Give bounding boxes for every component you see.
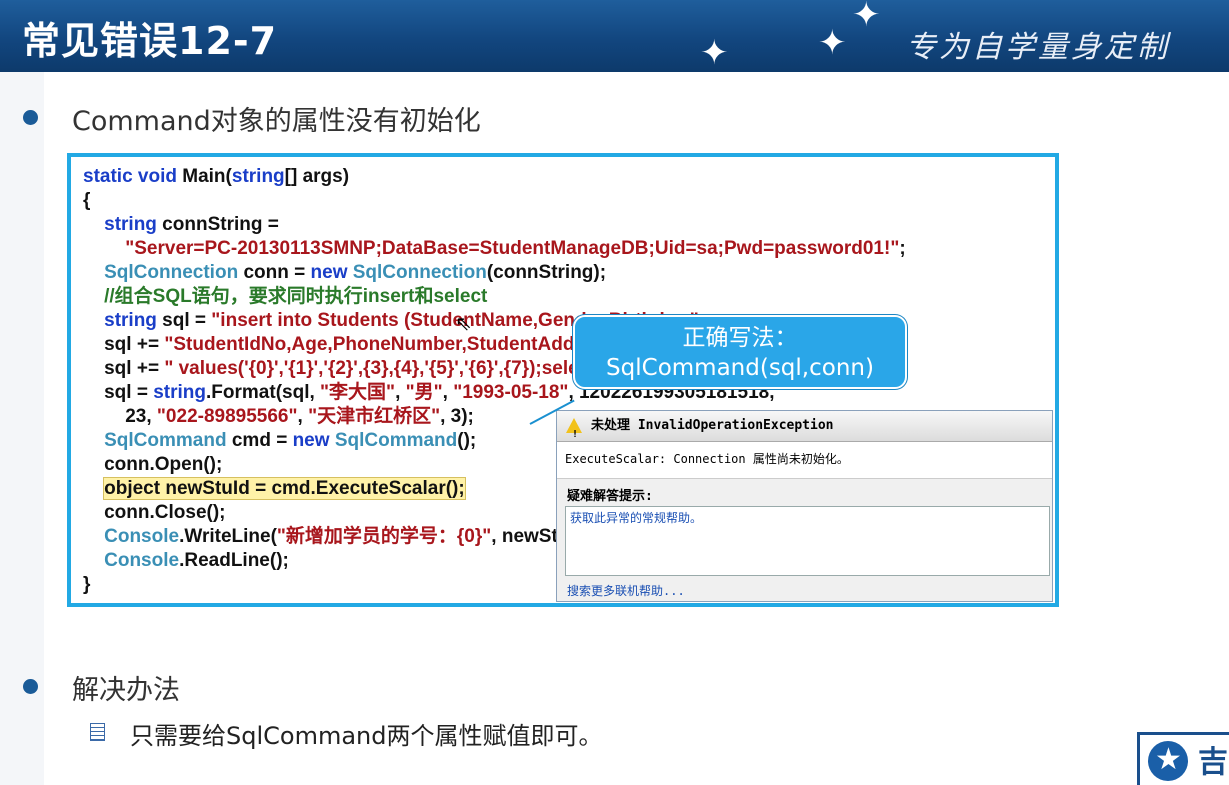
document-icon (90, 723, 105, 741)
warning-icon (566, 418, 582, 450)
sub-bullet-text: 只需要给SqlCommand两个属性赋值即可。 (130, 722, 603, 750)
dialog-message: ExecuteScalar: Connection 属性尚未初始化。 (557, 442, 1052, 479)
star-icon: ✦ (700, 33, 729, 73)
bullet-solution: 解决办法 (72, 675, 180, 706)
dialog-title: 未处理 InvalidOperationException (591, 418, 834, 433)
star-icon: ✦ (818, 23, 847, 63)
left-margin-bar (0, 72, 44, 785)
dialog-title-bar: 未处理 InvalidOperationException (557, 411, 1052, 450)
bullet-icon (23, 679, 38, 694)
slide-header: 常见错误12-7 ✦ ✦ ✦ 专为自学量身定制 (0, 0, 1229, 72)
logo-emblem-icon (1148, 741, 1188, 781)
slogan-text: 专为自学量身定制 (906, 30, 1170, 65)
logo-text: 吉 (1198, 745, 1228, 780)
troubleshooting-box: 获取此异常的常规帮助。 (565, 506, 1050, 576)
more-help-link[interactable]: 搜索更多联机帮助... (557, 576, 1052, 601)
callout-code: SqlCommand(sql,conn) (606, 355, 874, 381)
bullet-problem: Command对象的属性没有初始化 (72, 106, 481, 137)
bullet-icon (23, 110, 38, 125)
troubleshooting-label: 疑难解答提示: (567, 489, 653, 504)
callout-heading: 正确写法： (682, 325, 798, 351)
correct-usage-callout: 正确写法： SqlCommand(sql,conn) (573, 315, 907, 389)
mouse-cursor-icon: ⇖ (455, 311, 472, 335)
logo: 吉 (1137, 732, 1229, 785)
slide-title: 常见错误12-7 (22, 19, 278, 63)
help-link[interactable]: 获取此异常的常规帮助。 (570, 511, 702, 525)
star-icon: ✦ (852, 0, 881, 35)
exception-dialog: 未处理 InvalidOperationException ExecuteSca… (556, 410, 1053, 602)
